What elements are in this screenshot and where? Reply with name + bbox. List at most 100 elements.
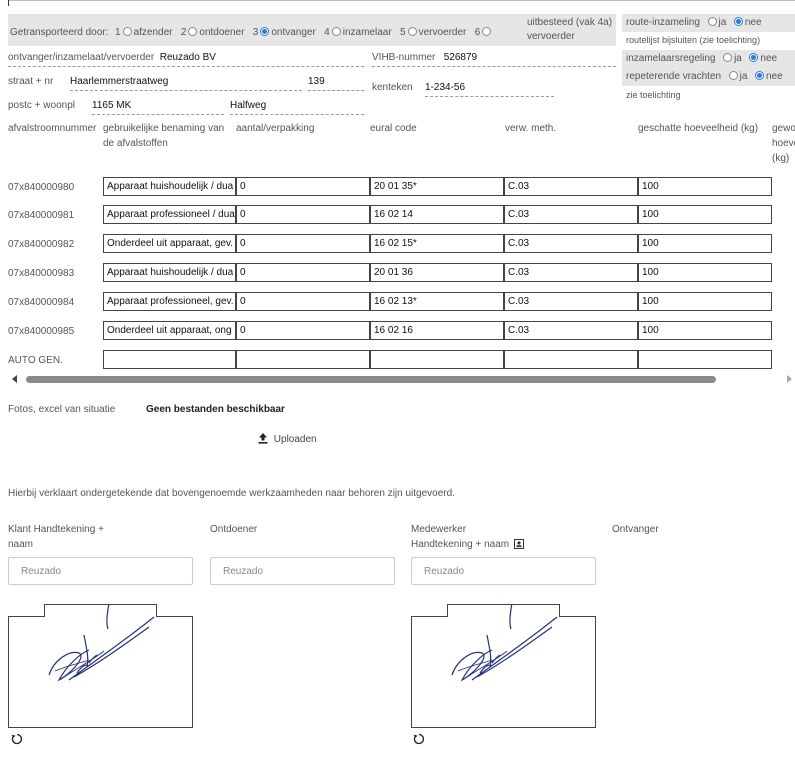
route-row: route-inzameling ja nee: [626, 17, 762, 28]
scroll-left-icon[interactable]: [12, 375, 17, 383]
row-number: 07x840000982: [8, 239, 75, 250]
inzamelaar-nee-radio[interactable]: [749, 53, 759, 62]
verw-cell[interactable]: C.03: [504, 321, 638, 340]
header-verw: verw. meth.: [505, 123, 557, 134]
straat-label: straat + nr: [8, 76, 54, 87]
header-geschatte: geschatte hoeveelheid (kg): [638, 123, 759, 134]
route-nee-label: nee: [744, 17, 762, 28]
eural-cell[interactable]: [370, 350, 504, 369]
option-afzender[interactable]: 1 afzender: [115, 27, 172, 38]
header-eural: eural code: [370, 123, 417, 134]
id-card-icon[interactable]: [513, 539, 524, 552]
eural-cell[interactable]: 16 02 13*: [370, 292, 504, 311]
radio-ontdoener[interactable]: [188, 27, 198, 36]
row-number: 07x840000983: [8, 268, 75, 279]
klant-label-2: naam: [8, 539, 34, 550]
top-border: [8, 0, 795, 7]
option-ontdoener[interactable]: 2 ontdoener: [181, 27, 244, 38]
row-number: 07x840000985: [8, 326, 75, 337]
radio-vervoerder[interactable]: [407, 27, 417, 36]
row-number: 07x840000981: [8, 210, 75, 221]
verw-cell[interactable]: C.03: [504, 205, 638, 224]
aantal-cell[interactable]: [236, 350, 370, 369]
option-vervoerder[interactable]: 5 vervoerder: [400, 27, 466, 38]
aantal-cell[interactable]: 0: [236, 292, 370, 311]
hoeveel-cell[interactable]: 100: [638, 263, 772, 282]
hoeveel-cell[interactable]: [638, 350, 772, 369]
route-label: route-inzameling: [626, 17, 700, 28]
inzamelaar-ja-radio[interactable]: [723, 53, 733, 62]
benaming-cell[interactable]: Apparaat huishoudelijk / dua: [103, 263, 236, 282]
eural-cell[interactable]: 16 02 15*: [370, 234, 504, 253]
eural-cell[interactable]: 20 01 35*: [370, 177, 504, 196]
verw-cell[interactable]: C.03: [504, 292, 638, 311]
eural-cell[interactable]: 20 01 36: [370, 263, 504, 282]
benaming-cell[interactable]: Apparaat huishoudelijk / dua: [103, 177, 236, 196]
woonpl-input[interactable]: Halfweg: [230, 100, 364, 115]
hoeveel-cell[interactable]: 100: [638, 234, 772, 253]
route-nee-radio[interactable]: [733, 17, 743, 26]
eural-cell[interactable]: 16 02 16: [370, 321, 504, 340]
repeterend-label: repeterende vrachten: [626, 71, 722, 82]
benaming-cell[interactable]: [103, 350, 236, 369]
eural-cell[interactable]: 16 02 14: [370, 205, 504, 224]
radio-inzamelaar[interactable]: [331, 27, 341, 36]
uitbesteed-label-2: vervoerder: [527, 31, 575, 42]
header-gewogen-1: gewogen: [772, 123, 795, 134]
option-inzamelaar[interactable]: 4 inzamelaar: [324, 27, 392, 38]
repeterend-row: repeterende vrachten ja nee: [626, 71, 783, 82]
aantal-cell[interactable]: 0: [236, 234, 370, 253]
klant-reset-icon[interactable]: [11, 733, 23, 748]
medewerker-reset-icon[interactable]: [413, 733, 425, 748]
medewerker-name-input[interactable]: Reuzado: [411, 557, 596, 585]
benaming-cell[interactable]: Apparaat professioneel / dua: [103, 205, 236, 224]
ontvanger-label: ontvanger/inzamelaat/vervoerder: [8, 52, 155, 63]
vihb-field[interactable]: VIHB-nummer 526879: [372, 52, 616, 67]
scroll-right-icon[interactable]: [787, 375, 792, 383]
vihb-label: VIHB-nummer: [372, 52, 436, 63]
inzamelaar-row: inzamelaarsregeling ja nee: [626, 53, 777, 64]
verw-cell[interactable]: C.03: [504, 263, 638, 282]
option-ontvanger[interactable]: 3 ontvanger: [253, 27, 316, 38]
klant-name-input[interactable]: Reuzado: [8, 557, 193, 585]
benaming-cell[interactable]: Onderdeel uit apparaat, gev.: [103, 234, 236, 253]
benaming-cell[interactable]: Apparaat professioneel, gev.: [103, 292, 236, 311]
attachments-label: Fotos, excel van situatie: [8, 404, 116, 415]
radio-afzender[interactable]: [122, 27, 132, 36]
verw-cell[interactable]: C.03: [504, 234, 638, 253]
transport-options: 1 afzender 2 ontdoener 3 ontvanger 4 inzamel…: [115, 27, 493, 38]
aantal-cell[interactable]: 0: [236, 177, 370, 196]
repeterend-nee-radio[interactable]: [755, 71, 764, 80]
ontdoener-name-input[interactable]: Reuzado: [210, 557, 395, 585]
hoeveel-cell[interactable]: 100: [638, 177, 772, 196]
route-ja-radio[interactable]: [707, 17, 717, 26]
hoeveel-cell[interactable]: 100: [638, 292, 772, 311]
huisnr-input[interactable]: 139: [308, 76, 364, 91]
ontvanger-field[interactable]: ontvanger/inzamelaat/vervoerder Reuzado …: [8, 52, 364, 67]
aantal-cell[interactable]: 0: [236, 205, 370, 224]
straat-input[interactable]: Haarlemmerstraatweg: [70, 76, 302, 91]
radio-uitbesteed[interactable]: [482, 27, 492, 36]
scrollbar-thumb[interactable]: [26, 376, 716, 383]
upload-button[interactable]: Uploaden: [258, 433, 317, 447]
repeterend-ja-radio[interactable]: [728, 71, 738, 80]
benaming-cell[interactable]: Onderdeel uit apparaat, ong: [103, 321, 236, 340]
inzamelaar-label: inzamelaarsregeling: [626, 53, 716, 64]
medewerker-signature-pad[interactable]: [411, 604, 596, 728]
radio-ontvanger[interactable]: [260, 27, 270, 36]
verw-cell[interactable]: C.03: [504, 177, 638, 196]
row-number: AUTO GEN.: [8, 355, 63, 366]
upload-label: Uploaden: [273, 434, 317, 445]
option-uitbesteed[interactable]: 6: [475, 27, 494, 38]
postc-input[interactable]: 1165 MK: [92, 100, 224, 115]
hoeveel-cell[interactable]: 100: [638, 321, 772, 340]
klant-signature-pad[interactable]: [8, 604, 193, 728]
kenteken-input[interactable]: 1-234-56: [425, 82, 554, 97]
medewerker-label-1: Medewerker: [411, 524, 467, 535]
verw-cell[interactable]: [504, 350, 638, 369]
header-aantal: aantal/verpakking: [236, 123, 315, 134]
horizontal-scrollbar[interactable]: [8, 374, 795, 384]
aantal-cell[interactable]: 0: [236, 321, 370, 340]
hoeveel-cell[interactable]: 100: [638, 205, 772, 224]
aantal-cell[interactable]: 0: [236, 263, 370, 282]
